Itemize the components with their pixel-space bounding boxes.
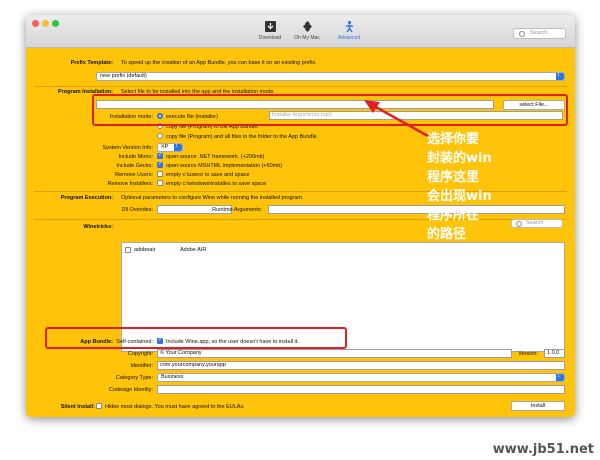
search-icon (516, 221, 522, 227)
include-mono-checkbox[interactable] (157, 152, 163, 159)
chevron-updown-icon (556, 373, 564, 381)
remove-installers-checkbox[interactable] (157, 180, 163, 186)
identifier-field[interactable]: com.yourcompany.yourapp (157, 361, 565, 370)
silent-install-label: Silent Install: (60, 404, 95, 410)
toolbar-search-input[interactable]: Search (513, 28, 566, 39)
remove-installers-label: Remove Installers: (107, 181, 153, 187)
winetricks-search-placeholder: Search (526, 220, 544, 226)
toolbar-oh-my-mac-label: Oh My Mac (294, 35, 320, 41)
chevron-updown-icon (556, 72, 564, 80)
include-gecko-text: open-source MSHTML implementation (+50mb… (166, 163, 283, 169)
figure-icon (345, 20, 353, 33)
annotation-box-app-bundle (45, 327, 347, 349)
minimize-window-button[interactable] (42, 20, 49, 27)
remove-users-text: empty c:\users\ to save and space (166, 172, 250, 178)
toolbar-advanced[interactable]: Advanced (329, 20, 369, 41)
puzzle-icon (302, 21, 312, 32)
runtime-arguments-field[interactable] (268, 205, 565, 214)
download-icon (264, 21, 276, 32)
mode-radio-copy-folder[interactable] (157, 133, 163, 139)
winetricks-search-input[interactable]: Search (511, 219, 563, 228)
main-window: Download Oh My Mac Advanced Search Prefi… (26, 15, 575, 417)
codesign-identity-field[interactable] (157, 385, 565, 394)
mode-option-copy-folder: copy file (Program) and all files in the… (166, 134, 319, 140)
version-label: Version: (518, 351, 538, 357)
dll-overrides-label: Dll Overides: (121, 207, 153, 213)
winetricks-label: Winetricks: (83, 224, 113, 230)
prefix-template-description: To speed up the creation of an App Bundl… (121, 60, 317, 66)
remove-users-checkbox[interactable] (157, 171, 163, 177)
program-execution-label: Program Execution: (60, 195, 113, 201)
codesign-identity-label: Codesign Identity: (108, 387, 153, 393)
program-execution-description: Optional parameters to configure Wine wh… (121, 195, 304, 201)
silent-install-text: Hides most dialogs. You must have agreed… (105, 404, 245, 410)
annotation-line-1: 选择你要 (427, 132, 480, 147)
toolbar-download[interactable]: Download (250, 20, 290, 41)
identifier-label: Identifier: (130, 363, 153, 369)
copyright-field[interactable]: © Your Company (157, 349, 512, 358)
include-gecko-checkbox[interactable] (157, 161, 163, 168)
watermark: www.jb51.net (492, 442, 594, 457)
copyright-label: Copyright: (127, 351, 153, 357)
remove-installers-text: empty c:\windows\installes to save space (166, 181, 267, 187)
search-icon (519, 31, 525, 37)
version-field[interactable]: 1.0.0 (544, 349, 565, 358)
prefix-template-select[interactable]: new prefix (default) (96, 72, 565, 81)
category-type-select[interactable]: Business (157, 373, 565, 382)
include-mono-label: Include Mono: (118, 154, 153, 160)
chevron-updown-icon (174, 143, 182, 151)
category-type-label: Category Type: (115, 375, 153, 381)
title-bar: Download Oh My Mac Advanced Search (26, 15, 575, 48)
include-gecko-label: Include Gecko: (116, 163, 153, 169)
divider (34, 219, 567, 220)
toolbar-download-label: Download (258, 35, 282, 41)
system-version-value: XP (161, 144, 169, 150)
remove-users-label: Remove Users: (115, 172, 153, 178)
prefix-template-selected: new prefix (default) (100, 73, 147, 79)
annotation-line-2: 封装的win (427, 151, 492, 166)
list-item[interactable]: adobeair Adobe AIR (122, 246, 564, 254)
include-mono-text: open-source .NET framework. (+200mb) (166, 154, 265, 160)
system-version-select[interactable]: XP (157, 143, 183, 152)
annotation-line-3: 程序这里 (427, 170, 480, 185)
zoom-window-button[interactable] (52, 20, 59, 27)
annotation-box-installation (92, 94, 568, 126)
divider (34, 86, 567, 87)
winetrick-description: Adobe AIR (180, 247, 207, 253)
prefix-template-label: Prefix Template: (70, 60, 113, 66)
annotation-line-4: 会出现win (427, 189, 492, 204)
toolbar-advanced-label: Advanced (337, 35, 361, 41)
toolbar-oh-my-mac[interactable]: Oh My Mac (287, 20, 327, 41)
runtime-arguments-label: Runtime Arguments: (212, 207, 262, 213)
annotation-line-5: 程序所在 (427, 208, 480, 223)
close-window-button[interactable] (32, 20, 39, 27)
silent-install-checkbox[interactable] (96, 403, 102, 409)
annotation-line-6: 的路径 (427, 227, 467, 242)
toolbar-search-placeholder: Search (530, 30, 548, 36)
system-version-label: System Version Info: (102, 145, 153, 151)
install-button[interactable]: Install (511, 401, 565, 411)
winetrick-name: adobeair (134, 247, 156, 253)
category-type-value: Business (161, 374, 184, 380)
winetrick-checkbox[interactable] (125, 247, 131, 253)
